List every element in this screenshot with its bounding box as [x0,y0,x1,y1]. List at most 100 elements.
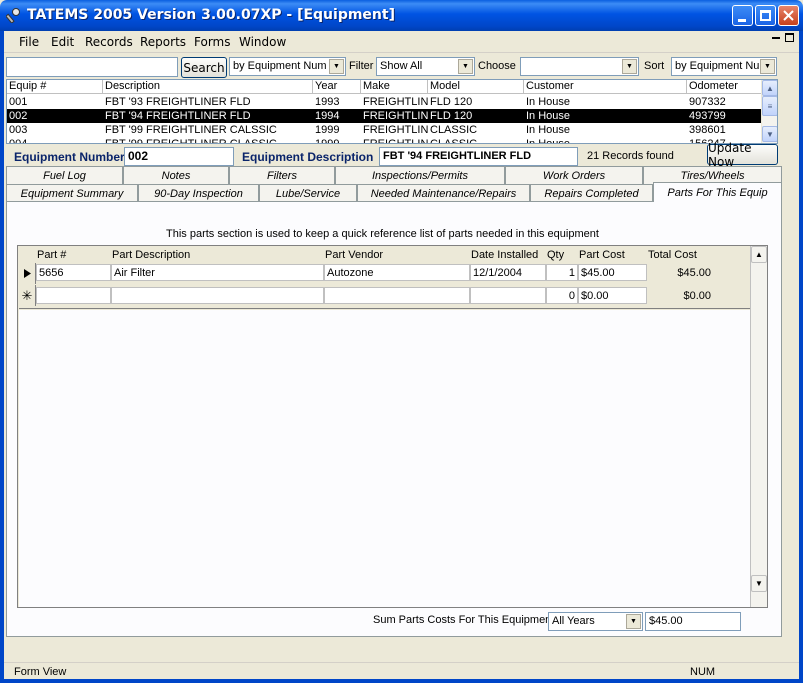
column-header-odometer[interactable]: Odometer [687,80,763,94]
menu-bar: File Edit Records Reports Forms Window [4,31,799,53]
equipment-cell-odometer: 493799 [689,110,726,122]
new-qty-cell[interactable]: 0 [546,287,578,304]
tab-parts-for-this-equip[interactable]: Parts For This Equip [653,182,782,202]
window-frame-left [0,31,4,683]
chevron-down-icon[interactable]: ▼ [622,59,637,74]
tab-repairs-completed[interactable]: Repairs Completed [530,184,653,202]
sort-value: by Equipment Num [675,60,769,72]
new-part-cost-cell[interactable]: $0.00 [578,287,647,304]
record-selector-new[interactable]: ✳ [19,285,36,306]
equipment-cell-equip-number: 003 [9,124,28,136]
column-header-qty: Qty [547,249,565,261]
close-icon [783,10,794,21]
list-scrollbar[interactable]: ▲ ≡ ▼ [761,80,777,143]
equipment-cell-customer: In House [526,110,571,122]
equipment-row[interactable]: 003 FBT '99 FREIGHTLINER CALSSIC 1999 FREIG… [7,123,763,137]
sum-period-dropdown[interactable]: All Years ▼ [548,612,643,631]
new-part-vendor-cell[interactable] [324,287,470,304]
menu-forms[interactable]: Forms [194,35,230,49]
column-header-customer[interactable]: Customer [524,80,687,94]
filter-dropdown[interactable]: Show All ▼ [376,57,475,76]
menu-edit[interactable]: Edit [51,35,74,49]
search-by-dropdown[interactable]: by Equipment Num ▼ [229,57,346,76]
search-input[interactable] [6,57,178,77]
sum-period-value: All Years [552,615,595,627]
equipment-number-field[interactable]: 002 [124,147,234,166]
chevron-down-icon[interactable]: ▼ [760,59,775,74]
equipment-row[interactable]: 002 FBT '94 FREIGHTLINER FLD 1994 FREIGHTLI… [7,109,763,123]
sum-value-field: $45.00 [645,612,741,631]
qty-cell[interactable]: 1 [546,264,578,281]
date-installed-cell[interactable]: 12/1/2004 [470,264,546,281]
window-frame-right [799,31,803,683]
tab-fuel-log[interactable]: Fuel Log [6,166,123,184]
equipment-list[interactable]: Equip # Description Year Make Model Cust… [6,79,778,144]
scroll-thumb[interactable]: ≡ [762,96,777,116]
equipment-description-field[interactable]: FBT '94 FREIGHTLINER FLD [379,147,578,166]
column-header-part-description: Part Description [112,249,191,261]
equipment-cell-equip-number: 004 [9,138,28,144]
equipment-cell-odometer: 398601 [689,124,726,136]
close-button[interactable] [778,5,799,26]
search-button[interactable]: Search [181,57,227,78]
minimize-button[interactable] [732,5,753,26]
sort-label: Sort [644,60,665,72]
equipment-cell-description: FBT '94 FREIGHTLINER FLD [105,110,251,122]
new-date-installed-cell[interactable] [470,287,546,304]
part-vendor-cell[interactable]: Autozone [324,264,470,281]
menu-file[interactable]: File [19,35,39,49]
status-bar: Form View NUM [4,662,799,679]
tab-needed-maintenance-repairs[interactable]: Needed Maintenance/Repairs [357,184,530,202]
equipment-cell-customer: In House [526,96,571,108]
wrench-app-icon [6,8,20,23]
tab-notes[interactable]: Notes [123,166,229,184]
menu-window[interactable]: Window [239,35,286,49]
parts-grid[interactable]: Part # Part Description Part Vendor Date… [17,245,768,608]
equipment-row[interactable]: 001 FBT '93 FREIGHTLINER FLD 1993 FREIGHTLI… [7,95,763,109]
menu-reports[interactable]: Reports [140,35,186,49]
mdi-minimize-icon[interactable] [772,37,780,39]
record-selector-current[interactable] [19,263,36,284]
status-view-mode: Form View [14,666,67,678]
mdi-restore-icon[interactable] [785,33,794,42]
tab-90-day-inspection[interactable]: 90-Day Inspection [138,184,259,202]
parts-description-text: This parts section is used to keep a qui… [166,228,599,240]
column-header-year[interactable]: Year [313,80,361,94]
tab-inspections-permits[interactable]: Inspections/Permits [335,166,505,184]
equipment-row[interactable]: 004 FBT '99 FREIGHTLINER CLASSIC 1999 FREIG… [7,137,763,144]
column-header-part-number: Part # [37,249,67,261]
column-header-description[interactable]: Description [103,80,313,94]
equipment-cell-year: 1994 [315,110,340,122]
total-cost-cell: $45.00 [647,264,714,281]
tab-work-orders[interactable]: Work Orders [505,166,643,184]
choose-dropdown[interactable]: ▼ [520,57,639,76]
scroll-up-icon[interactable]: ▲ [762,80,777,96]
column-header-model[interactable]: Model [428,80,524,94]
update-now-button[interactable]: Update Now [707,141,778,169]
column-header-equip[interactable]: Equip # [7,80,103,94]
part-number-cell[interactable]: 5656 [36,264,111,281]
row-divider [19,308,751,309]
equipment-cell-customer: In House [526,138,571,144]
maximize-button[interactable] [755,5,776,26]
column-header-part-cost: Part Cost [579,249,625,261]
chevron-down-icon[interactable]: ▼ [458,59,473,74]
record-pointer-icon [23,269,31,278]
tab-equipment-summary[interactable]: Equipment Summary [6,184,138,202]
tab-lube-service[interactable]: Lube/Service [259,184,357,202]
equipment-cell-make: FREIGHTLINER [363,124,428,136]
chevron-down-icon[interactable]: ▼ [329,59,344,74]
equipment-cell-make: FREIGHTLINER [363,110,428,122]
sort-dropdown[interactable]: by Equipment Num ▼ [671,57,777,76]
menu-records[interactable]: Records [85,35,133,49]
tab-filters[interactable]: Filters [229,166,335,184]
part-cost-cell[interactable]: $45.00 [578,264,647,281]
new-part-number-cell[interactable] [36,287,111,304]
chevron-down-icon[interactable]: ▼ [626,614,641,629]
new-part-description-cell[interactable] [111,287,324,304]
scroll-down-icon[interactable]: ▼ [751,575,767,592]
scroll-up-icon[interactable]: ▲ [751,246,767,263]
parts-grid-scrollbar[interactable]: ▲ ▼ [750,246,767,607]
column-header-make[interactable]: Make [361,80,428,94]
part-description-cell[interactable]: Air Filter [111,264,324,281]
